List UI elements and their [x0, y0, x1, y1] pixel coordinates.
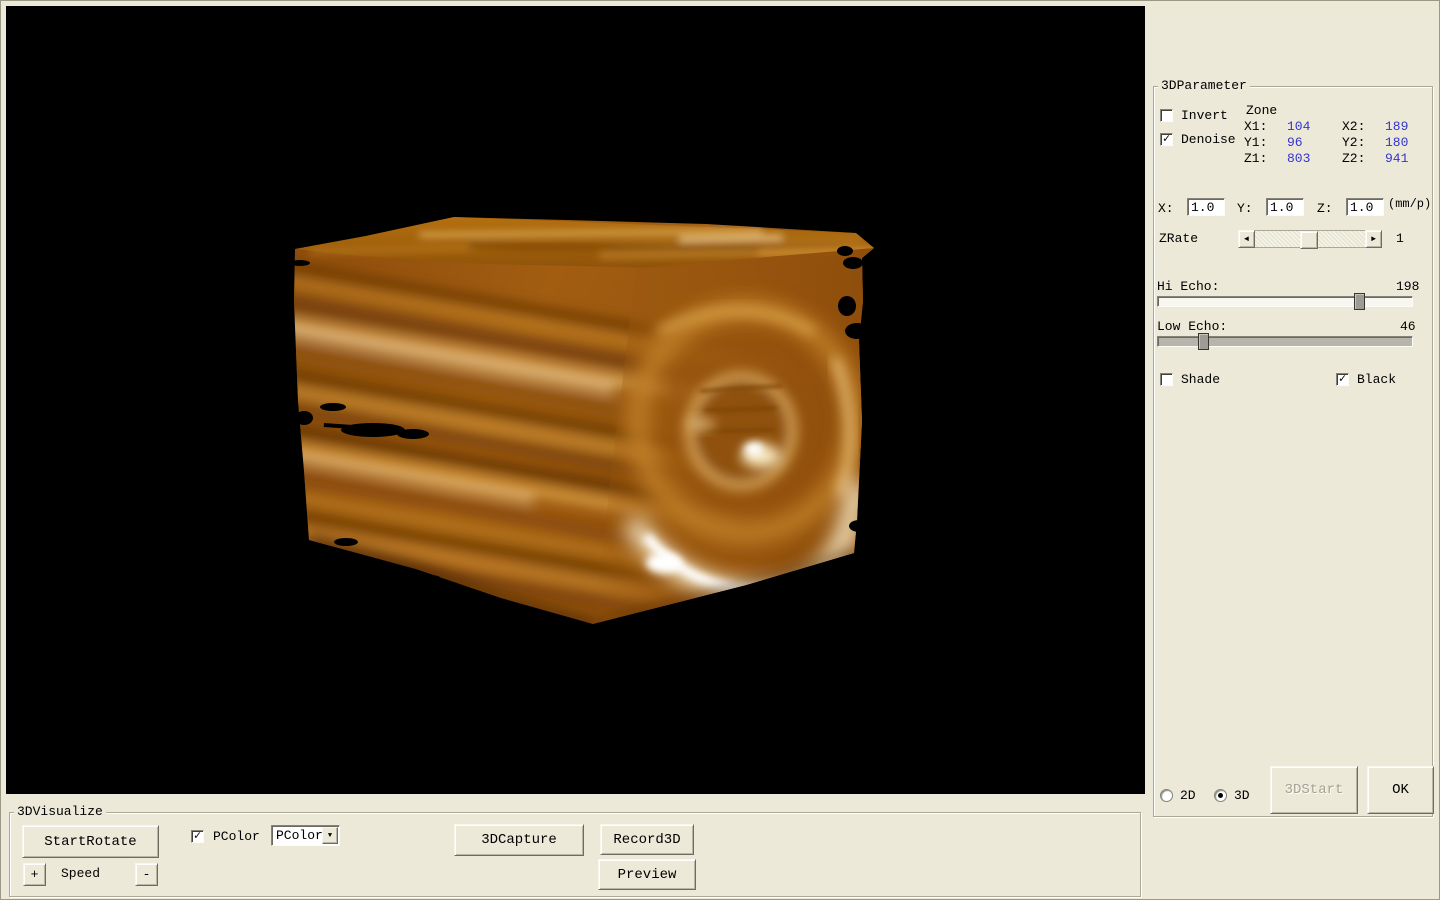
speed-plus-button[interactable]: + — [23, 863, 46, 886]
zone-y1-label: Y1: — [1244, 135, 1267, 151]
black-label: Black — [1357, 372, 1396, 388]
zrate-label: ZRate — [1159, 231, 1198, 247]
zone-z2-value: 941 — [1385, 151, 1408, 167]
denoise-label: Denoise — [1181, 132, 1236, 148]
zone-y1-value: 96 — [1287, 135, 1303, 151]
low-echo-slider-track[interactable] — [1157, 336, 1413, 347]
left-arrow-icon: ◄ — [1244, 235, 1249, 244]
hi-echo-value: 198 — [1396, 279, 1419, 295]
scale-y-field[interactable] — [1266, 198, 1304, 216]
visualize-groupbox: 3DVisualize StartRotate + Speed - ✓ PCol… — [9, 812, 1141, 897]
pcolor-combobox[interactable]: PColor ▼ — [271, 825, 340, 846]
check-icon: ✓ — [194, 831, 201, 841]
radio-dot — [1218, 793, 1223, 798]
zrate-value: 1 — [1396, 231, 1404, 247]
shade-label: Shade — [1181, 372, 1220, 388]
speed-minus-button[interactable]: - — [135, 863, 158, 886]
hi-echo-slider-thumb[interactable] — [1354, 293, 1365, 310]
zone-x1-value: 104 — [1287, 119, 1310, 135]
scale-x-label: X: — [1158, 201, 1174, 217]
scale-z-label: Z: — [1317, 201, 1333, 217]
mode-3d-label: 3D — [1234, 788, 1250, 804]
scale-unit-label: (mm/p) — [1388, 196, 1431, 212]
pcolor-checkbox-label: PColor — [213, 829, 260, 845]
pcolor-combobox-dropdown-button[interactable]: ▼ — [322, 827, 338, 844]
parameter-group-title: 3DParameter — [1158, 78, 1250, 94]
zrate-scroll-right-button[interactable]: ► — [1365, 230, 1382, 248]
hi-echo-slider-track[interactable] — [1157, 296, 1413, 307]
mode-3d-radio[interactable] — [1214, 789, 1227, 802]
zrate-scroll-left-button[interactable]: ◄ — [1238, 230, 1255, 248]
low-echo-label: Low Echo: — [1157, 319, 1227, 335]
shade-checkbox[interactable]: ✓ — [1160, 373, 1173, 386]
zone-label: Zone — [1246, 103, 1277, 119]
hi-echo-label: Hi Echo: — [1157, 279, 1219, 295]
scale-z-field[interactable] — [1346, 198, 1384, 216]
mode-2d-radio[interactable] — [1160, 789, 1173, 802]
zone-z1-value: 803 — [1287, 151, 1310, 167]
zone-y2-value: 180 — [1385, 135, 1408, 151]
volume-render — [6, 6, 1145, 794]
zone-x2-value: 189 — [1385, 119, 1408, 135]
dropdown-arrow-icon: ▼ — [328, 832, 332, 840]
right-arrow-icon: ► — [1371, 235, 1376, 244]
denoise-checkbox[interactable]: ✓ — [1160, 133, 1173, 146]
start-rotate-button[interactable]: StartRotate — [22, 825, 159, 858]
zrate-scrollbar-track[interactable] — [1255, 230, 1365, 248]
record3d-button[interactable]: Record3D — [600, 824, 694, 855]
check-icon: ✓ — [1163, 134, 1170, 144]
low-echo-value: 46 — [1400, 319, 1416, 335]
3dcapture-button[interactable]: 3DCapture — [454, 824, 584, 856]
zone-x1-label: X1: — [1244, 119, 1267, 135]
black-checkbox[interactable]: ✓ — [1336, 373, 1349, 386]
visualize-group-title: 3DVisualize — [14, 804, 106, 820]
scale-x-field[interactable] — [1187, 198, 1225, 216]
zone-z1-label: Z1: — [1244, 151, 1267, 167]
app-window: { "colors": { "panel_bg": "#ece9d8", "vi… — [0, 0, 1440, 900]
parameter-groupbox: 3DParameter ✓ Invert ✓ Denoise Zone X1: … — [1153, 86, 1433, 817]
zone-z2-label: Z2: — [1342, 151, 1365, 167]
invert-label: Invert — [1181, 108, 1228, 124]
mode-2d-label: 2D — [1180, 788, 1196, 804]
pcolor-checkbox[interactable]: ✓ — [191, 830, 204, 843]
preview-button[interactable]: Preview — [598, 859, 696, 890]
check-icon: ✓ — [1339, 374, 1346, 384]
low-echo-slider-thumb[interactable] — [1198, 333, 1209, 350]
3dstart-button[interactable]: 3DStart — [1270, 766, 1358, 814]
zone-y2-label: Y2: — [1342, 135, 1365, 151]
zrate-scrollbar-thumb[interactable] — [1300, 231, 1318, 249]
invert-checkbox[interactable]: ✓ — [1160, 109, 1173, 122]
render-viewport[interactable] — [6, 6, 1145, 794]
zone-x2-label: X2: — [1342, 119, 1365, 135]
speed-label: Speed — [61, 866, 100, 882]
scale-y-label: Y: — [1237, 201, 1253, 217]
pcolor-combobox-value: PColor — [276, 828, 323, 843]
ok-button[interactable]: OK — [1367, 766, 1434, 814]
